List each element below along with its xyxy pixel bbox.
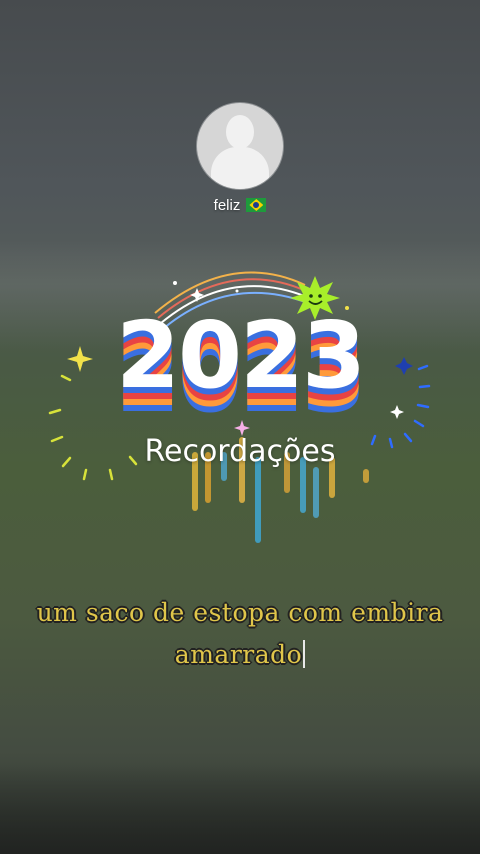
caption-line-1: um saco de estopa com embira xyxy=(36,598,444,627)
memories-subtitle: Recordações xyxy=(144,434,336,469)
username-text: feliz xyxy=(213,197,241,214)
caption-line-2-text: amarrado xyxy=(174,640,303,669)
year-text: 2023 xyxy=(115,302,366,409)
avatar-head-silhouette xyxy=(226,115,254,149)
brazil-flag-icon xyxy=(246,198,267,212)
text-cursor xyxy=(303,640,306,668)
bottom-shadow xyxy=(0,764,480,854)
profile-name[interactable]: feliz xyxy=(0,197,480,214)
caption-line-2: amarrado xyxy=(0,640,480,669)
avatar-body-silhouette xyxy=(211,147,269,189)
profile-avatar[interactable] xyxy=(197,103,283,189)
